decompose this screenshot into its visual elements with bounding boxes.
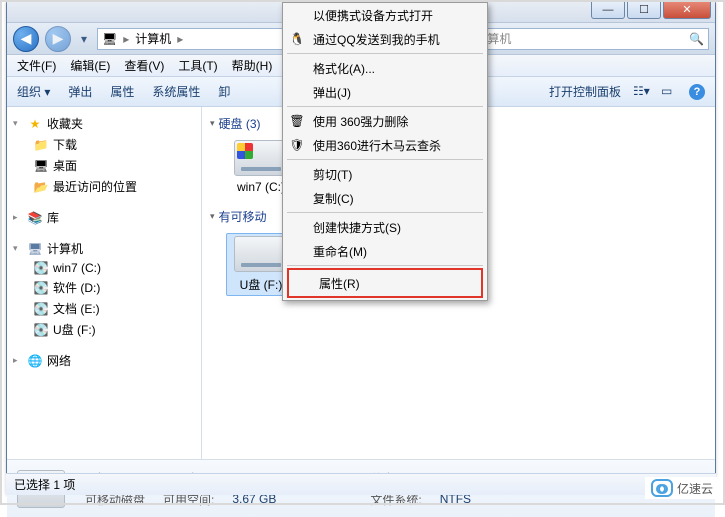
- chevron-down-icon: ▾: [210, 211, 215, 222]
- view-mode-icon[interactable]: ☷▾: [633, 84, 649, 100]
- preview-pane-icon[interactable]: ▭: [661, 84, 677, 100]
- chevron-down-icon: ▾: [210, 118, 215, 129]
- menu-edit[interactable]: 编辑(E): [70, 57, 110, 74]
- drive-icon: 💽: [33, 261, 49, 275]
- sysprops-button[interactable]: 系统属性: [152, 83, 200, 100]
- ctx-properties[interactable]: 属性(R): [289, 270, 481, 296]
- network-icon: 🌐: [27, 354, 43, 368]
- star-icon: ★: [27, 117, 43, 131]
- breadcrumb-computer[interactable]: 计算机: [135, 30, 171, 47]
- chevron-right-icon: ▸: [13, 212, 23, 223]
- ctx-properties-highlight: 属性(R): [287, 268, 483, 298]
- sidebar-item-label: 计算机: [47, 240, 83, 257]
- history-dropdown[interactable]: ▾: [77, 28, 91, 50]
- ctx-format[interactable]: 格式化(A)...: [283, 56, 487, 80]
- status-text: 已选择 1 项: [14, 476, 75, 493]
- sidebar-item-label: 网络: [47, 352, 71, 369]
- watermark: 亿速云: [645, 477, 719, 499]
- organize-button[interactable]: 组织 ▾: [17, 83, 50, 100]
- sidebar-drive-f[interactable]: 💽U盘 (F:): [11, 319, 197, 340]
- ctx-cut[interactable]: 剪切(T): [283, 162, 487, 186]
- ctx-shortcut[interactable]: 创建快捷方式(S): [283, 215, 487, 239]
- trash-icon: 🗑: [289, 114, 305, 128]
- ctx-open-portable[interactable]: 以便携式设备方式打开: [283, 3, 487, 27]
- desktop-icon: 🖥: [33, 159, 49, 173]
- folder-icon: 📁: [33, 138, 49, 152]
- help-icon[interactable]: ?: [689, 84, 705, 100]
- sidebar-item-downloads[interactable]: 📁下载: [11, 134, 197, 155]
- back-button[interactable]: ◀: [13, 26, 39, 52]
- properties-button[interactable]: 属性: [110, 83, 134, 100]
- sidebar-favorites[interactable]: ▾ ★ 收藏夹: [11, 113, 197, 134]
- breadcrumb-sep2[interactable]: ▸: [177, 32, 183, 46]
- drive-icon: [234, 140, 288, 176]
- ctx-copy[interactable]: 复制(C): [283, 186, 487, 210]
- sidebar-libraries[interactable]: ▸ 📚 库: [11, 207, 197, 228]
- drive-icon: 💽: [33, 281, 49, 295]
- window-controls: — ☐ ✕: [589, 1, 711, 19]
- sidebar-computer[interactable]: ▾ 🖥 计算机: [11, 238, 197, 259]
- ctx-eject[interactable]: 弹出(J): [283, 80, 487, 104]
- computer-icon: 🖥: [27, 242, 43, 256]
- folder-icon: 📂: [33, 180, 49, 194]
- drive-icon: 💽: [33, 302, 49, 316]
- sidebar-drive-e[interactable]: 💽文档 (E:): [11, 298, 197, 319]
- navigation-pane: ▾ ★ 收藏夹 📁下载 🖥桌面 📂最近访问的位置 ▸ 📚 库 ▾ 🖥: [7, 107, 202, 459]
- sidebar-network[interactable]: ▸ 🌐 网络: [11, 350, 197, 371]
- breadcrumb-sep: ▸: [123, 32, 129, 46]
- menu-help[interactable]: 帮助(H): [232, 57, 273, 74]
- ctx-360-delete[interactable]: 🗑使用 360强力删除: [283, 109, 487, 133]
- computer-icon: 🖥: [102, 32, 117, 46]
- context-menu: 以便携式设备方式打开 🐧通过QQ发送到我的手机 格式化(A)... 弹出(J) …: [282, 2, 488, 301]
- chevron-down-icon: ▾: [13, 118, 23, 129]
- minimize-button[interactable]: —: [591, 1, 625, 19]
- qq-icon: 🐧: [289, 32, 305, 46]
- menu-tools[interactable]: 工具(T): [178, 57, 217, 74]
- chevron-down-icon: ▾: [13, 243, 23, 254]
- sidebar-item-label: 库: [47, 209, 59, 226]
- menu-file[interactable]: 文件(F): [17, 57, 56, 74]
- uninstall-button[interactable]: 卸: [218, 83, 230, 100]
- watermark-logo-icon: [651, 479, 673, 497]
- forward-button[interactable]: ▶: [45, 26, 71, 52]
- eject-button[interactable]: 弹出: [68, 83, 92, 100]
- ctx-360-scan[interactable]: 🛡使用360进行木马云查杀: [283, 133, 487, 157]
- shield-icon: 🛡: [289, 138, 305, 152]
- maximize-button[interactable]: ☐: [627, 1, 661, 19]
- drive-icon: [234, 236, 288, 272]
- chevron-right-icon: ▸: [13, 355, 23, 366]
- sidebar-item-recent[interactable]: 📂最近访问的位置: [11, 176, 197, 197]
- drive-icon: 💽: [33, 323, 49, 337]
- sidebar-drive-d[interactable]: 💽软件 (D:): [11, 277, 197, 298]
- sidebar-item-label: 收藏夹: [47, 115, 83, 132]
- close-button[interactable]: ✕: [663, 1, 711, 19]
- ctx-qq-send[interactable]: 🐧通过QQ发送到我的手机: [283, 27, 487, 51]
- sidebar-item-desktop[interactable]: 🖥桌面: [11, 155, 197, 176]
- library-icon: 📚: [27, 211, 43, 225]
- search-icon[interactable]: 🔍: [689, 32, 704, 46]
- status-bar: 已选择 1 项: [6, 473, 716, 495]
- ctx-rename[interactable]: 重命名(M): [283, 239, 487, 263]
- sidebar-drive-c[interactable]: 💽win7 (C:): [11, 259, 197, 277]
- menu-view[interactable]: 查看(V): [124, 57, 164, 74]
- control-panel-button[interactable]: 打开控制面板: [549, 83, 621, 100]
